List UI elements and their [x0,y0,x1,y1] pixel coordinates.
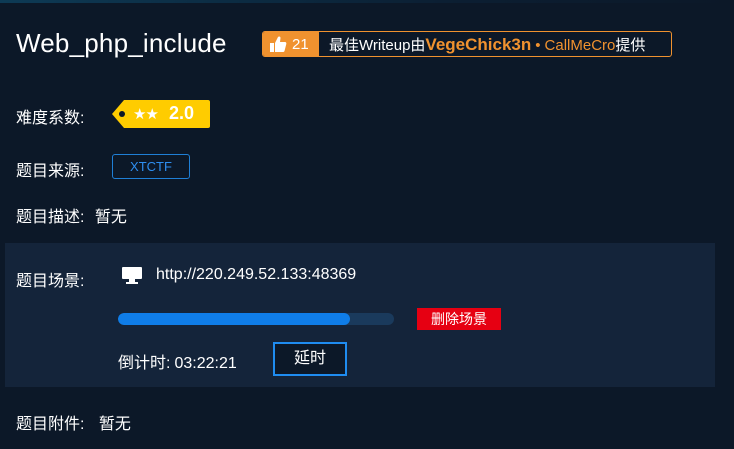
top-accent-line [0,0,734,3]
scene-progress-bar [118,313,394,325]
difficulty-tag: ★★ 2.0 [112,99,210,129]
countdown-value: 03:22:21 [174,355,237,372]
best-writeup-badge[interactable]: 21 最佳Writeup由VegeChick3n • CallMeCro提供 [262,31,672,57]
scene-url-link[interactable]: http://220.249.52.133:48369 [156,266,356,284]
attachment-label-text: 题目附件: [16,416,85,433]
attachment-label: 题目附件: 暂无 [16,410,131,434]
scene-progress-fill [118,313,350,325]
countdown: 倒计时: 03:22:21 [118,349,237,373]
challenge-title: Web_php_include [16,28,227,58]
difficulty-label: 难度系数: [16,110,85,127]
writeup-author-primary[interactable]: VegeChick3n [425,35,531,54]
scene-label: 题目场景: [16,273,85,290]
writeup-suffix: 提供 [615,36,646,54]
extend-time-button[interactable]: 延时 [273,342,347,376]
source-label: 题目来源: [16,163,85,180]
monitor-icon [122,267,142,284]
countdown-label: 倒计时: [118,355,171,372]
difficulty-stars: ★★ [133,106,159,123]
writeup-prefix: 最佳Writeup由 [329,36,426,54]
attachment-value: 暂无 [98,416,131,433]
thumbs-up-icon [270,36,287,52]
like-counter[interactable]: 21 [263,32,319,56]
delete-scene-button[interactable]: 删除场景 [417,308,501,330]
description-label: 题目描述: 暂无 [16,203,127,227]
description-label-text: 题目描述: [16,209,85,226]
writeup-credit: 最佳Writeup由VegeChick3n • CallMeCro提供 [319,34,645,55]
writeup-author-secondary[interactable]: CallMeCro [545,37,616,54]
description-value: 暂无 [94,209,127,226]
difficulty-value: 2.0 [169,103,195,123]
writeup-separator: • [535,36,541,54]
source-badge[interactable]: XTCTF [112,154,190,179]
like-count: 21 [292,35,309,53]
